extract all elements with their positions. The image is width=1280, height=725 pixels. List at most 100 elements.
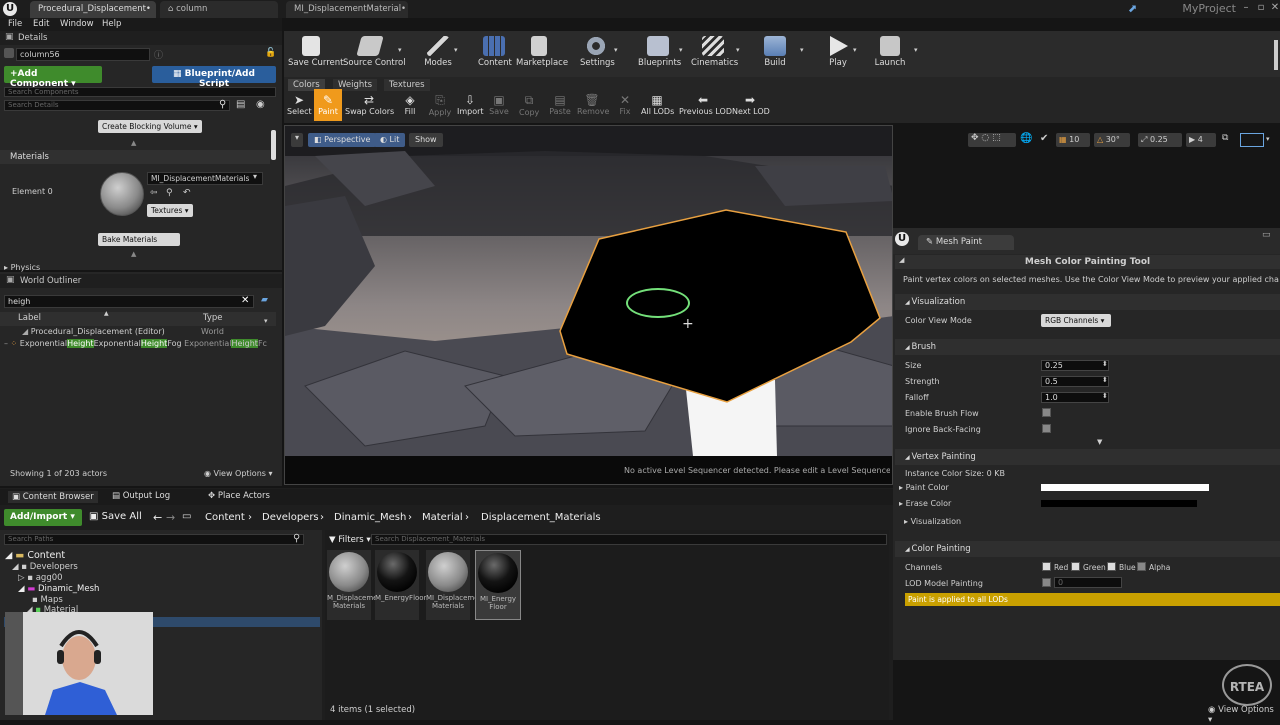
search-paths-input[interactable]: Search Paths xyxy=(4,534,304,545)
source-control-status-icon[interactable]: ⬈ xyxy=(1128,2,1137,15)
create-folder-icon[interactable]: ▰ xyxy=(261,295,268,305)
modes-dropdown-icon[interactable]: ▾ xyxy=(454,46,458,54)
lock-icon[interactable]: 🔓 xyxy=(265,48,276,58)
forward-arrow-icon[interactable]: → xyxy=(166,511,175,524)
asset-search-input[interactable]: Search Displacement_Materials xyxy=(371,534,887,545)
details-scrollbar[interactable] xyxy=(271,130,276,160)
outliner-world-row[interactable]: ◢ Procedural_Displacement (Editor) xyxy=(22,327,165,336)
breadcrumb-dinamic-mesh[interactable]: Dinamic_Mesh xyxy=(334,512,406,523)
tab-content-browser[interactable]: ▣ Content Browser xyxy=(8,491,98,503)
eye-icon[interactable]: ◉ xyxy=(256,99,265,110)
lod-index-input[interactable]: 0 xyxy=(1054,577,1122,588)
search-details-input[interactable]: Search Details xyxy=(4,100,230,111)
surface-snap-icon[interactable]: ✔ xyxy=(1040,133,1048,144)
scale-snap-button[interactable]: ⤢ 0.25 xyxy=(1138,133,1182,147)
import-tool[interactable]: ⇩ Import xyxy=(457,93,484,116)
next-lod-tool[interactable]: ➡ Next LOD xyxy=(732,93,770,116)
show-button[interactable]: Show xyxy=(409,133,443,147)
textures-button[interactable]: Textures ▾ xyxy=(147,204,193,217)
info-icon[interactable]: ⓘ xyxy=(154,48,163,61)
cinematics-dropdown-icon[interactable]: ▾ xyxy=(736,46,740,54)
asset-tile-1[interactable]: M_Displacement Materials xyxy=(327,550,385,620)
alpha-channel-checkbox[interactable] xyxy=(1137,562,1146,571)
fill-tool[interactable]: ◈ Fill xyxy=(400,93,420,116)
cb-view-options[interactable]: ◉ View Options ▾ xyxy=(1208,705,1280,725)
create-blocking-volume-button[interactable]: Create Blocking Volume ▾ xyxy=(98,120,202,133)
tree-dinamic-mesh[interactable]: ◢ ▬ Dinamic_Mesh xyxy=(18,584,99,594)
outliner-search-input[interactable]: heigh xyxy=(4,295,254,308)
tree-maps[interactable]: ▪ Maps xyxy=(32,595,63,605)
apply-tool[interactable]: ⎘ Apply xyxy=(428,93,452,117)
maximize-viewport-icon[interactable]: ⧉ xyxy=(1222,133,1228,143)
property-matrix-icon[interactable]: ▤ xyxy=(236,99,245,110)
tab-textures[interactable]: Textures xyxy=(384,79,430,91)
play-dropdown-icon[interactable]: ▾ xyxy=(853,46,857,54)
strength-spin-icon[interactable]: ⬍ xyxy=(1102,376,1108,384)
save-tool[interactable]: ▣ Save xyxy=(489,93,509,116)
remove-tool[interactable]: 🗑 Remove xyxy=(577,93,609,116)
breadcrumb-developers[interactable]: Developers xyxy=(262,512,319,523)
collapse-tool-icon[interactable]: ◢ xyxy=(899,256,904,264)
clear-search-icon[interactable]: ✕ xyxy=(241,295,249,306)
falloff-input[interactable]: 1.0 xyxy=(1041,392,1109,403)
breadcrumb-material[interactable]: Material xyxy=(422,512,463,523)
color-view-mode-dropdown[interactable]: RGB Channels ▾ xyxy=(1041,314,1111,327)
launch-dropdown-icon[interactable]: ▾ xyxy=(914,46,918,54)
menu-help[interactable]: Help xyxy=(102,19,121,29)
back-arrow-icon[interactable]: ← xyxy=(153,511,162,524)
bake-materials-button[interactable]: Bake Materials xyxy=(98,233,180,246)
level-viewport[interactable] xyxy=(284,125,893,485)
build-button[interactable]: Build xyxy=(762,36,788,68)
type-dropdown-icon[interactable]: ▾ xyxy=(264,317,268,325)
minimize-icon[interactable]: – xyxy=(1241,3,1251,13)
add-component-button[interactable]: +Add Component ▾ xyxy=(4,66,102,89)
tab-material-instance[interactable]: MI_DisplacementMaterial• xyxy=(286,1,408,18)
panel-options-icon[interactable]: ▭ xyxy=(1262,230,1271,240)
camera-speed-button[interactable]: ▶ 4 xyxy=(1186,133,1216,147)
collapse-arrow-icon-2[interactable]: ▲ xyxy=(131,250,136,258)
paint-color-row[interactable]: ▸ Paint Color xyxy=(899,483,949,492)
menu-edit[interactable]: Edit xyxy=(33,19,49,29)
reset-arrow-icon[interactable]: ↶ xyxy=(183,188,191,198)
layout-icon[interactable] xyxy=(1240,133,1264,147)
tab-procedural-displacement[interactable]: Procedural_Displacement• xyxy=(30,1,156,18)
collapse-arrow-icon[interactable]: ▲ xyxy=(131,139,136,147)
blue-channel-checkbox[interactable] xyxy=(1107,562,1116,571)
save-all-button[interactable]: ▣ Save All xyxy=(89,511,142,522)
layout-dropdown-icon[interactable]: ▾ xyxy=(1266,135,1270,143)
type-column-header[interactable]: Type xyxy=(203,313,223,323)
color-painting-section-header[interactable]: ◢ Color Painting xyxy=(895,541,1280,557)
select-tool[interactable]: ➤ Select xyxy=(287,93,312,116)
blueprints-button[interactable]: Blueprints xyxy=(638,36,681,68)
visualization-sub-row[interactable]: ▸ Visualization xyxy=(904,517,961,526)
physics-section-header[interactable]: ▸ Physics xyxy=(4,263,40,272)
maximize-icon[interactable]: ▫ xyxy=(1256,3,1266,13)
vertex-painting-section-header[interactable]: ◢ Vertex Painting xyxy=(895,449,1280,465)
transform-tools-group[interactable]: ✥ ◌ ⬚ xyxy=(968,133,1016,147)
outliner-view-options[interactable]: ◉ View Options ▾ xyxy=(204,469,272,478)
save-current-button[interactable]: Save Current xyxy=(288,36,344,68)
dropdown-arrow-icon[interactable]: ▾ xyxy=(253,172,257,181)
search-components-input[interactable]: Search Components xyxy=(4,87,276,97)
asset-tile-2[interactable]: M_EnergyFloor xyxy=(375,550,426,620)
strength-input[interactable]: 0.5 xyxy=(1041,376,1109,387)
lod-model-painting-checkbox[interactable] xyxy=(1042,578,1051,587)
tab-mesh-paint[interactable]: ✎ Mesh Paint xyxy=(918,235,1014,250)
source-control-button[interactable]: Source Control xyxy=(343,36,406,68)
paint-tool[interactable]: ✎ Paint xyxy=(314,89,342,121)
settings-button[interactable]: Settings xyxy=(580,36,615,68)
play-button[interactable]: Play xyxy=(826,36,850,68)
swap-colors-tool[interactable]: ⇄ Swap Colors xyxy=(345,93,394,116)
red-channel-checkbox[interactable] xyxy=(1042,562,1051,571)
advanced-expand-icon[interactable]: ▼ xyxy=(1097,438,1102,446)
asset-tile-3[interactable]: MI_Displacement Materials xyxy=(426,550,486,620)
menu-window[interactable]: Window xyxy=(60,19,94,29)
outliner-fog-row[interactable]: – ⁘ ExponentialHeightExponentialHeightFo… xyxy=(4,339,280,348)
asset-tile-4-selected[interactable]: MI_Energy Floor xyxy=(475,550,521,620)
brush-section-header[interactable]: ◢ Brush xyxy=(895,339,1280,355)
tab-column[interactable]: ⌂ column xyxy=(160,1,278,18)
materials-section-header[interactable]: Materials xyxy=(0,150,270,164)
previous-lod-tool[interactable]: ⬅ Previous LOD xyxy=(679,93,732,116)
modes-button[interactable]: Modes xyxy=(422,36,454,68)
source-control-dropdown-icon[interactable]: ▾ xyxy=(398,46,402,54)
